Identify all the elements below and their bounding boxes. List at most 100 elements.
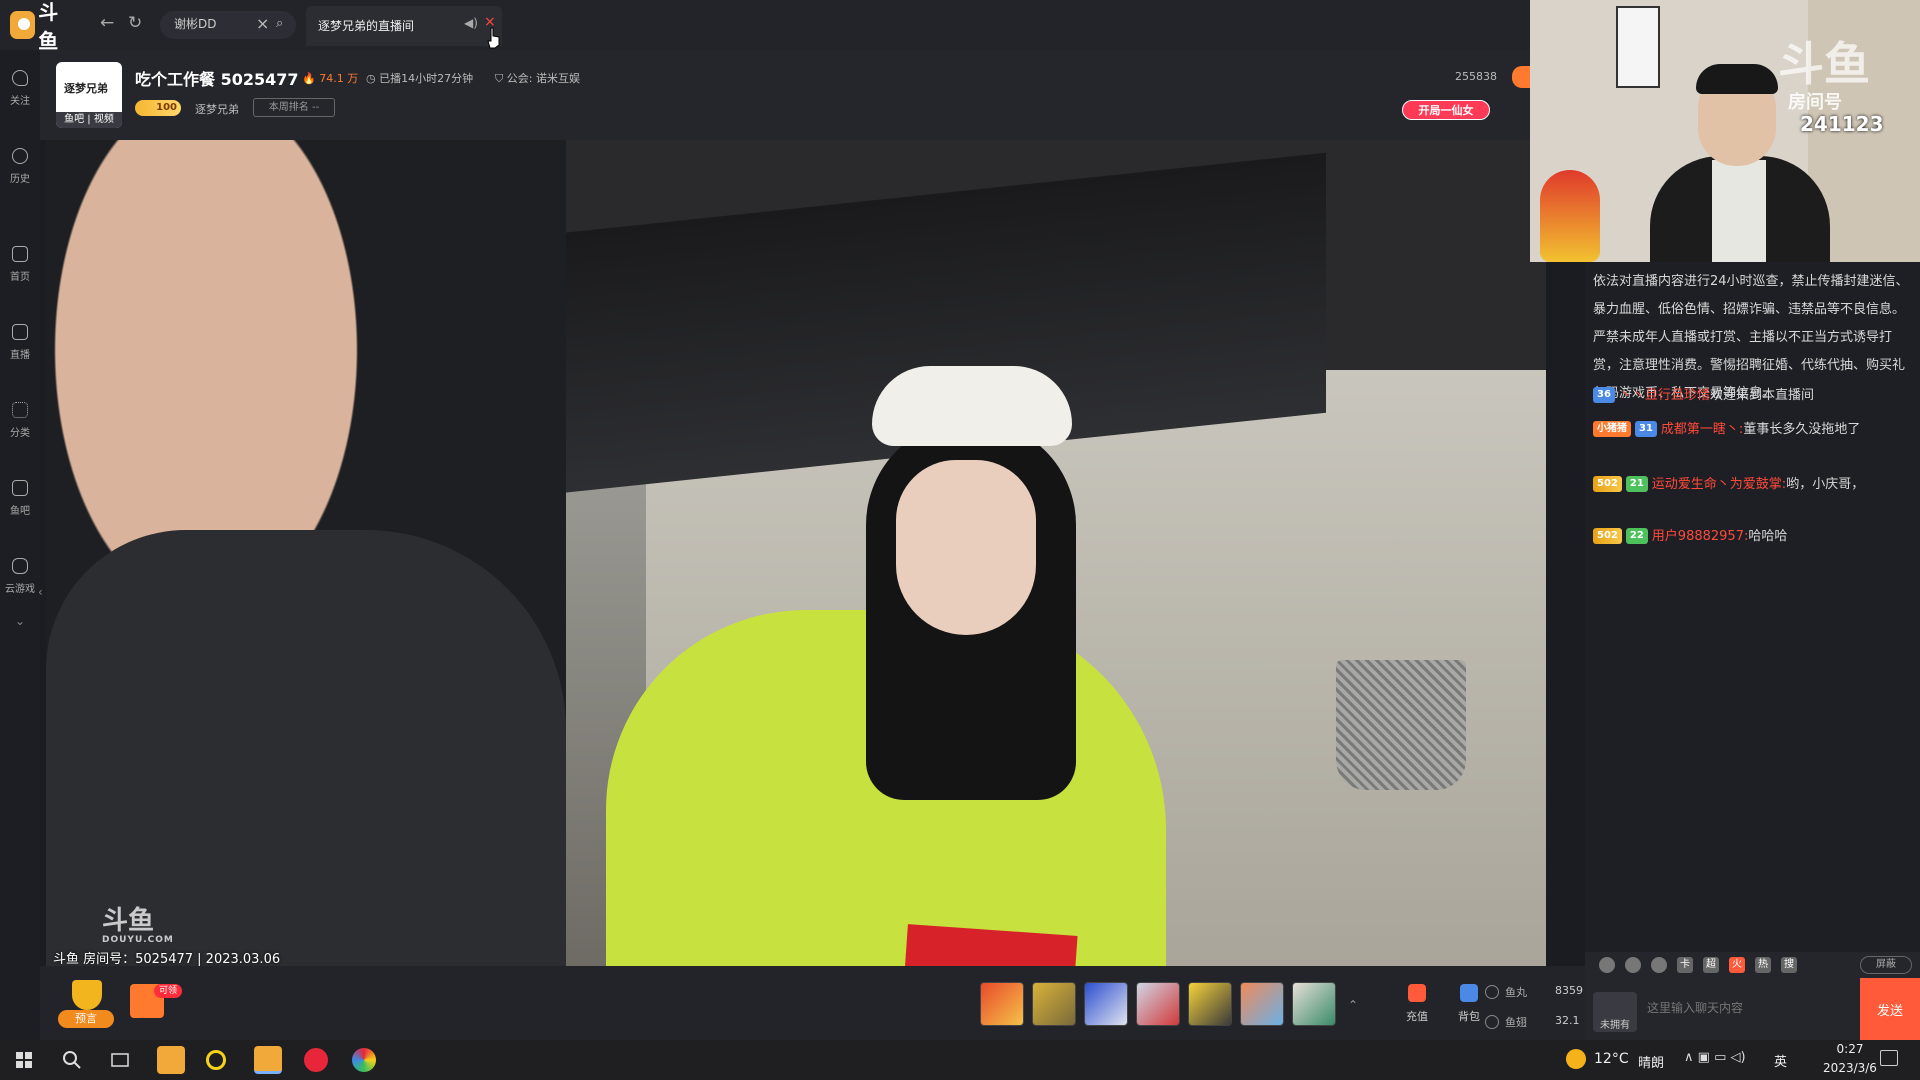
sidebar-item-live[interactable]: 直播 [0, 324, 40, 362]
user-level-badge[interactable]: 21 [1625, 476, 1648, 492]
system-tray-icons[interactable]: ∧ ▣ ▭ ◁) [1684, 1050, 1746, 1065]
refresh-icon[interactable]: ↻ [128, 13, 142, 33]
weather-text[interactable]: 晴朗 [1638, 1052, 1664, 1071]
fish-logo-icon [10, 11, 36, 39]
gift-item-icon[interactable] [1032, 982, 1076, 1026]
not-owned-badge[interactable]: 未拥有 [1593, 992, 1637, 1032]
video-player[interactable]: 斗鱼 DOUYU.COM [46, 140, 1546, 966]
backpack-button[interactable]: 背包 [1452, 984, 1486, 1024]
fishbar-icon [12, 480, 28, 496]
tab-title: 逐梦兄弟的直播间 [318, 19, 415, 33]
weekly-rank-button[interactable]: 本周排名 -- [253, 98, 335, 117]
video-watermark-logo: 斗鱼 [102, 906, 155, 936]
sidebar-item-home[interactable]: 首页 [0, 246, 40, 284]
douyu-live-app-icon[interactable] [254, 1046, 282, 1074]
clear-search-icon[interactable]: × [256, 14, 269, 33]
chat-input[interactable] [1647, 984, 1843, 1032]
star-icon[interactable] [1651, 957, 1667, 973]
search-icon[interactable]: ⌕ [276, 16, 283, 31]
collapse-sidebar-icon[interactable]: ‹ [38, 585, 43, 599]
follow-tag-icon[interactable] [1512, 66, 1530, 88]
ime-indicator[interactable]: 英 [1774, 1051, 1787, 1070]
recharge-button[interactable]: 充值 [1400, 984, 1434, 1024]
search-barrage-icon[interactable]: 搜 [1781, 957, 1797, 973]
block-barrage-button[interactable]: 屏蔽 [1860, 956, 1912, 974]
guild-link[interactable]: ⛉ 公会: 诺米互娱 [495, 70, 580, 86]
gift-item-icon[interactable] [1292, 982, 1336, 1026]
horn-icon[interactable] [1625, 957, 1641, 973]
chat-username[interactable]: 丶丶且行且珍惜 [1619, 388, 1710, 403]
clock-date[interactable]: 2023/3/6 [1812, 1061, 1888, 1075]
search-input[interactable] [174, 16, 254, 30]
netease-music-icon[interactable] [304, 1048, 328, 1072]
fishwing-balance: 鱼翅 32.1 [1485, 1014, 1580, 1030]
anchor-avatar[interactable]: 逐梦兄弟 鱼吧 | 视频 [56, 62, 122, 128]
user-level-badge[interactable]: 502 [1593, 528, 1622, 544]
douyu-app-icon[interactable] [157, 1046, 185, 1074]
fishwing-icon [1485, 1015, 1499, 1029]
prophecy-label: 预言 [58, 1010, 114, 1028]
douyu-logo[interactable]: 斗鱼 [10, 0, 76, 53]
gift-item-icon[interactable] [1188, 982, 1232, 1026]
backpack-label: 背包 [1458, 1010, 1480, 1023]
fishwing-label: 鱼翅 [1505, 1016, 1527, 1029]
weather-moon-icon[interactable] [1566, 1049, 1586, 1069]
live-icon [12, 324, 28, 340]
task-view-icon[interactable] [106, 1046, 134, 1074]
sidebar-expand-button[interactable]: ⌄ [0, 614, 40, 628]
clock-time[interactable]: 0:27 [1820, 1042, 1880, 1056]
sidebar-item-cloud-game[interactable]: 云游戏 [0, 558, 40, 596]
avatar-links[interactable]: 鱼吧 | 视频 [56, 112, 122, 128]
user-level-badge[interactable]: 36 [1593, 387, 1615, 403]
room-title: 吃个工作餐 5025477 [135, 70, 299, 89]
live-duration-text: 已播14小时27分钟 [379, 72, 474, 85]
speaker-icon[interactable]: ◀) [464, 16, 478, 30]
gift-item-icon[interactable] [980, 982, 1024, 1026]
sidebar-item-history[interactable]: 历史 [0, 148, 40, 186]
card-icon[interactable]: 卡 [1677, 957, 1693, 973]
chevron-up-icon[interactable]: ⌃ [1348, 998, 1358, 1012]
emoji-icon[interactable] [1599, 957, 1615, 973]
sidebar-item-fishbar[interactable]: 鱼吧 [0, 480, 40, 518]
viewer-count: 255838 [1455, 70, 1497, 83]
sidebar-item-label: 分类 [10, 428, 30, 439]
super-icon[interactable]: 超 [1703, 957, 1719, 973]
chrome-icon[interactable] [352, 1048, 376, 1072]
user-level-badge[interactable]: 502 [1593, 476, 1622, 492]
prophecy-button[interactable]: 预言 [58, 980, 114, 1032]
chat-username[interactable]: 用户98882957: [1652, 529, 1749, 544]
fishball-balance: 鱼丸 8359 [1485, 984, 1583, 1000]
temperature[interactable]: 12°C [1594, 1051, 1629, 1067]
heat-icon[interactable]: 热 [1755, 957, 1771, 973]
browser-app-icon[interactable] [206, 1050, 226, 1070]
hot-icon[interactable]: 火 [1729, 957, 1745, 973]
back-arrow-icon[interactable]: ← [100, 13, 114, 33]
gift-item-icon[interactable] [1240, 982, 1284, 1026]
notification-icon[interactable] [1880, 1050, 1898, 1066]
gift-bar: 预言 可领 ⌃ 充值 背包 [40, 966, 1585, 1040]
windows-start-icon[interactable] [10, 1046, 38, 1074]
left-sidebar: 关注 历史 首页 直播 分类 鱼吧 云游戏 ⌄ ‹ [0, 50, 43, 1050]
sidebar-item-follow[interactable]: 关注 [0, 70, 40, 108]
kaiju-activity-button[interactable]: 开局一仙女 [1402, 100, 1490, 120]
chevron-down-icon: ⌄ [14, 614, 26, 628]
gift-item-icon[interactable] [1084, 982, 1128, 1026]
gift-item-icon[interactable] [1136, 982, 1180, 1026]
cam-room-label: 房间号 [1788, 92, 1842, 113]
user-level-badge[interactable]: 22 [1625, 528, 1648, 544]
anchor-name[interactable]: 逐梦兄弟 [195, 101, 239, 117]
sidebar-item-category[interactable]: 分类 [0, 402, 40, 440]
user-level-badge[interactable]: 31 [1635, 421, 1657, 437]
chat-username[interactable]: 运动爱生命丶为爱鼓掌: [1652, 477, 1786, 492]
fishball-label: 鱼丸 [1505, 986, 1527, 999]
taskbar-search-icon[interactable] [58, 1046, 86, 1074]
chat-username[interactable]: 成都第一瞎丶: [1661, 422, 1743, 437]
video-scene-fry-basket [1336, 660, 1466, 790]
fans-level-badge[interactable]: 100 [135, 100, 181, 116]
chat-message: 36 丶丶且行且珍惜欢迎来到本直播间 [1593, 380, 1911, 411]
user-level-badge[interactable]: 小猪猪 [1593, 421, 1631, 437]
send-button[interactable]: 发送 [1860, 978, 1920, 1040]
guild-text: 公会: 诺米互娱 [506, 72, 580, 85]
tab-live-room[interactable]: 逐梦兄弟的直播间 ◀) × [306, 6, 502, 46]
chat-message: 502 21 运动爱生命丶为爱鼓掌:哟，小庆哥， [1593, 469, 1911, 500]
